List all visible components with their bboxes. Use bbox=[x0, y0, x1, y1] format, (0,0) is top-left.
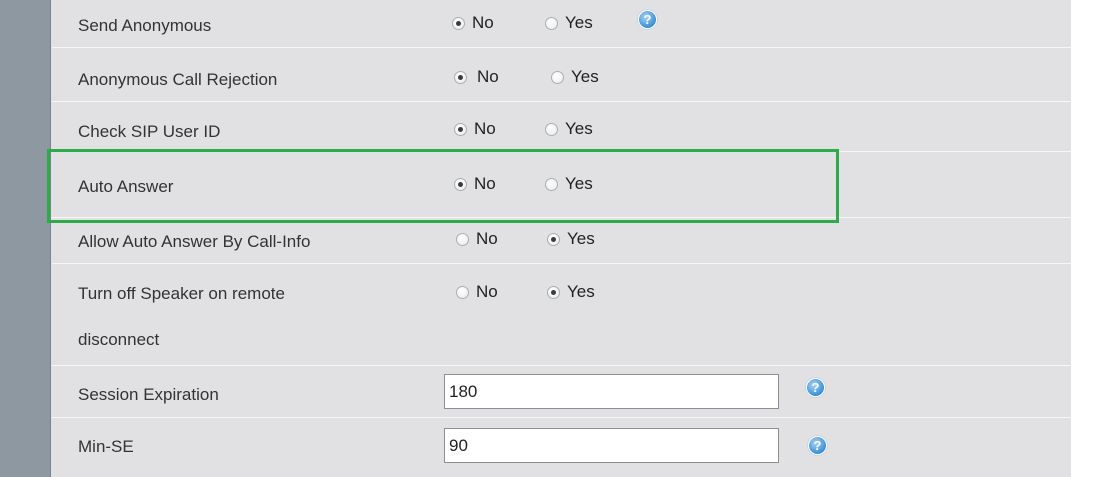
turn-off-speaker-no-option[interactable]: No bbox=[456, 282, 498, 302]
row-label: Session Expiration bbox=[78, 385, 219, 404]
auto-answer-no-option[interactable]: No bbox=[454, 174, 496, 194]
option-label: No bbox=[477, 67, 499, 86]
row-label: Min-SE bbox=[78, 437, 134, 456]
option-label: Yes bbox=[567, 282, 595, 301]
row-turn-off-speaker: Turn off Speaker on remote disconnect No… bbox=[52, 264, 1072, 366]
option-label: No bbox=[474, 119, 496, 138]
option-label: Yes bbox=[567, 229, 595, 248]
option-label: No bbox=[476, 282, 498, 301]
turn-off-speaker-yes-option[interactable]: Yes bbox=[547, 282, 595, 302]
check-sip-user-id-no-option[interactable]: No bbox=[454, 119, 496, 139]
help-icon[interactable]: ? bbox=[806, 378, 825, 397]
radio-unselected[interactable] bbox=[456, 285, 469, 299]
row-min-se: Min-SE ? bbox=[52, 418, 1072, 477]
option-label: Yes bbox=[565, 174, 593, 193]
radio-selected[interactable] bbox=[547, 232, 560, 246]
radio-unselected[interactable] bbox=[545, 16, 558, 30]
row-label: Send Anonymous bbox=[78, 16, 212, 35]
option-label: Yes bbox=[565, 119, 593, 138]
row-label: Allow Auto Answer By Call-Info bbox=[78, 232, 311, 251]
radio-selected[interactable] bbox=[454, 70, 467, 84]
row-label: Anonymous Call Rejection bbox=[78, 70, 278, 89]
row-allow-auto-answer-by-call-info: Allow Auto Answer By Call-Info No Yes bbox=[52, 218, 1072, 264]
option-label: Yes bbox=[571, 67, 599, 86]
row-label-line2: disconnect bbox=[78, 330, 160, 349]
row-label: Check SIP User ID bbox=[78, 122, 221, 141]
radio-selected[interactable] bbox=[454, 177, 467, 191]
session-expiration-input[interactable] bbox=[444, 374, 779, 409]
row-auto-answer: Auto Answer No Yes bbox=[52, 152, 1072, 218]
row-send-anonymous: Send Anonymous No Yes ? bbox=[52, 0, 1072, 48]
left-sidebar-bar bbox=[0, 0, 51, 477]
option-label: No bbox=[474, 174, 496, 193]
radio-selected[interactable] bbox=[547, 285, 560, 299]
allow-auto-answer-no-option[interactable]: No bbox=[456, 229, 498, 249]
allow-auto-answer-yes-option[interactable]: Yes bbox=[547, 229, 595, 249]
row-label-line1: Turn off Speaker on remote bbox=[78, 284, 285, 303]
radio-selected[interactable] bbox=[454, 122, 467, 136]
row-anonymous-call-rejection: Anonymous Call Rejection No Yes bbox=[52, 48, 1072, 102]
radio-unselected[interactable] bbox=[545, 177, 558, 191]
row-session-expiration: Session Expiration ? bbox=[52, 366, 1072, 418]
row-check-sip-user-id: Check SIP User ID No Yes bbox=[52, 102, 1072, 152]
row-label: Auto Answer bbox=[78, 177, 174, 196]
anonymous-call-rejection-yes-option[interactable]: Yes bbox=[551, 67, 599, 87]
radio-unselected[interactable] bbox=[551, 70, 564, 84]
option-label: Yes bbox=[565, 13, 593, 32]
send-anonymous-no-option[interactable]: No bbox=[452, 13, 494, 33]
radio-unselected[interactable] bbox=[456, 232, 469, 246]
option-label: No bbox=[476, 229, 498, 248]
anonymous-call-rejection-no-option[interactable]: No bbox=[454, 67, 499, 87]
help-icon[interactable]: ? bbox=[808, 436, 827, 455]
radio-selected[interactable] bbox=[452, 16, 465, 30]
radio-unselected[interactable] bbox=[545, 122, 558, 136]
min-se-input[interactable] bbox=[444, 428, 779, 463]
send-anonymous-yes-option[interactable]: Yes bbox=[545, 13, 593, 33]
help-icon[interactable]: ? bbox=[638, 10, 657, 29]
check-sip-user-id-yes-option[interactable]: Yes bbox=[545, 119, 593, 139]
option-label: No bbox=[472, 13, 494, 32]
auto-answer-yes-option[interactable]: Yes bbox=[545, 174, 593, 194]
